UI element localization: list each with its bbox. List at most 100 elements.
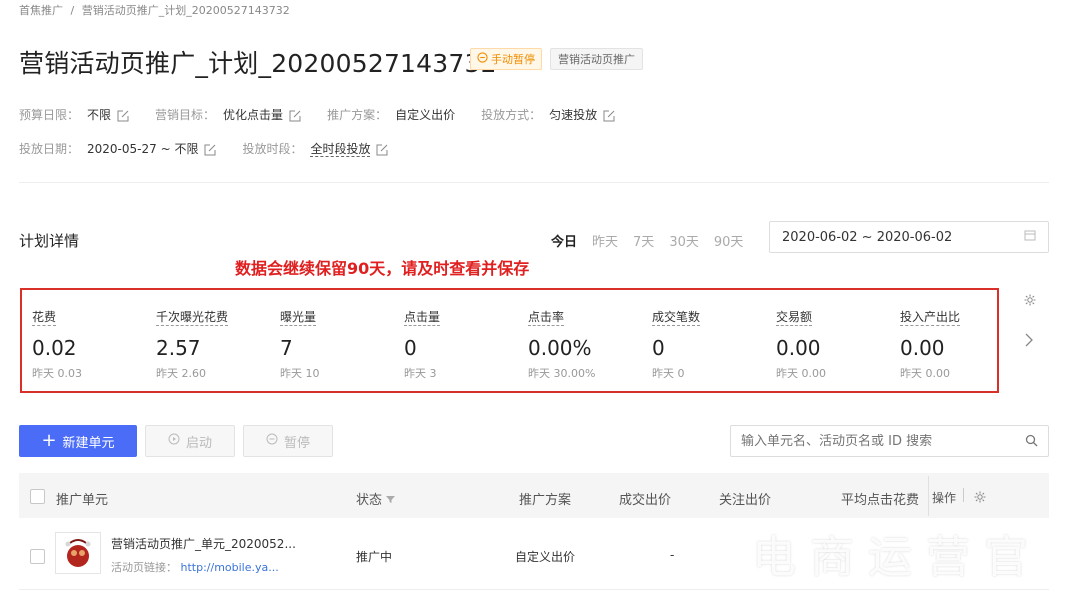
metric-clicks[interactable]: 点击量 0 昨天 3 [404,306,528,381]
metric-label: 投入产出比 [900,310,961,326]
metric-prev: 昨天 10 [280,367,320,380]
breadcrumb-current: 营销活动页推广_计划_20200527143732 [81,4,290,17]
unit-link-label: 活动页链接： [111,561,177,574]
edit-icon[interactable] [603,110,615,122]
metric-label: 曝光量 [280,310,317,326]
metric-impressions[interactable]: 曝光量 7 昨天 10 [280,306,404,381]
metric-value: 2.57 [156,336,201,360]
status-badge-label: 手动暂停 [491,53,535,66]
column-settings-icon[interactable] [973,489,987,508]
tab-7days[interactable]: 7天 [633,231,654,250]
chevron-right-icon[interactable] [1024,332,1034,352]
watermark: 电商运营官 [752,532,1042,583]
metric-value: 0.00% [528,336,592,360]
metric-ctr[interactable]: 点击率 0.00% 昨天 30.00% [528,306,652,381]
type-badge: 营销活动页推广 [550,48,643,70]
th-avg-click: 平均点击花费 [841,493,920,508]
unit-thumbnail [55,532,101,574]
minus-circle-icon [266,433,278,449]
th-follow-bid: 关注出价 [719,493,772,508]
metric-value: 0.00 [900,336,945,360]
metric-value: 0 [652,336,665,360]
edit-icon[interactable] [376,144,388,156]
tab-yesterday[interactable]: 昨天 [592,231,618,250]
th-ops: 操作 [932,491,957,505]
metric-orders[interactable]: 成交笔数 0 昨天 0 [652,306,776,381]
metric-prev: 昨天 0.03 [32,367,82,380]
pause-button[interactable]: 暂停 [243,425,333,457]
search-icon[interactable] [1025,432,1038,451]
metric-label: 交易额 [776,310,813,326]
metric-prev: 昨天 2.60 [156,367,206,380]
metric-prev: 昨天 0.00 [776,367,826,380]
breadcrumb: 首焦推广 / 营销活动页推广_计划_20200527143732 [19,2,290,18]
unit-deal-bid: - [670,548,675,562]
divider [19,182,1049,183]
metric-cost[interactable]: 花费 0.02 昨天 0.03 [32,306,156,381]
unit-name[interactable]: 营销活动页推广_单元_2020052... [111,535,296,552]
play-circle-icon [168,433,180,449]
meta-budget: 预算日限： 不限 [19,106,129,123]
select-all-checkbox[interactable] [30,489,45,504]
start-label: 启动 [185,435,212,451]
metric-label: 花费 [32,310,57,326]
metric-prev: 昨天 0.00 [900,367,950,380]
metric-roi[interactable]: 投入产出比 0.00 昨天 0.00 [900,306,1024,381]
metrics-settings-icon[interactable] [1023,292,1037,311]
start-button[interactable]: 启动 [145,425,235,457]
tab-today[interactable]: 今日 [551,231,577,250]
metric-prev: 昨天 30.00% [528,367,596,380]
title-tags: 手动暂停 营销活动页推广 [470,48,643,70]
metric-label: 千次曝光花费 [156,310,229,326]
breadcrumb-separator: / [70,4,75,17]
metric-label: 点击率 [528,310,565,326]
tab-30days[interactable]: 30天 [669,231,699,250]
minus-circle-icon [477,52,488,66]
metric-value: 0 [404,336,417,360]
pause-label: 暂停 [283,435,310,451]
metric-value: 0.00 [776,336,821,360]
metric-gmv[interactable]: 交易额 0.00 昨天 0.00 [776,306,900,381]
th-plan: 推广方案 [519,493,572,508]
date-range-value: 2020-06-02 ~ 2020-06-02 [782,229,953,245]
th-status[interactable]: 状态 [356,489,396,508]
tab-90days[interactable]: 90天 [714,231,744,250]
unit-plan: 自定义出价 [515,550,576,564]
metric-prev: 昨天 0 [652,367,685,380]
row-checkbox[interactable] [30,549,45,564]
search-input[interactable] [741,433,1011,449]
filter-icon[interactable] [386,493,396,508]
metric-label: 成交笔数 [652,310,701,326]
metric-prev: 昨天 3 [404,367,437,380]
meta-goal: 营销目标： 优化点击量 [155,106,301,123]
new-unit-button[interactable]: + 新建单元 [19,425,137,457]
page-title: 营销活动页推广_计划_20200527143732 [19,49,497,78]
metrics-panel: 花费 0.02 昨天 0.03 千次曝光花费 2.57 昨天 2.60 曝光量 … [20,288,999,393]
calendar-icon [1024,229,1036,245]
edit-icon[interactable] [289,110,301,122]
metric-label: 点击量 [404,310,441,326]
metric-value: 0.02 [32,336,77,360]
new-unit-label: 新建单元 [62,435,115,451]
meta-delivery: 投放方式： 匀速投放 [481,106,615,123]
th-unit: 推广单元 [56,493,109,508]
meta-date: 投放日期： 2020-05-27 ~ 不限 [19,140,216,157]
unit-link-line: 活动页链接： http://mobile.ya... [111,559,279,575]
section-title: 计划详情 [19,232,80,250]
th-status-label: 状态 [356,493,383,508]
meta-row-2: 投放日期： 2020-05-27 ~ 不限 投放时段： 全时段投放 [19,140,388,157]
column-divider [928,476,929,516]
unit-link[interactable]: http://mobile.ya... [181,561,279,574]
plus-icon: + [41,430,57,451]
meta-time: 投放时段： 全时段投放 [242,140,388,157]
search-box[interactable] [730,425,1049,457]
edit-icon[interactable] [117,110,129,122]
meta-plan: 推广方案： 自定义出价 [327,108,456,122]
date-range-picker[interactable]: 2020-06-02 ~ 2020-06-02 [769,221,1049,253]
breadcrumb-root[interactable]: 首焦推广 [19,4,63,17]
edit-icon[interactable] [204,144,216,156]
metric-value: 7 [280,336,293,360]
metrics-row: 花费 0.02 昨天 0.03 千次曝光花费 2.57 昨天 2.60 曝光量 … [32,306,992,386]
meta-row-1: 预算日限： 不限 营销目标： 优化点击量 推广方案： 自定义出价 投放方式： 匀速投放 [19,106,615,123]
metric-cpm[interactable]: 千次曝光花费 2.57 昨天 2.60 [156,306,280,381]
